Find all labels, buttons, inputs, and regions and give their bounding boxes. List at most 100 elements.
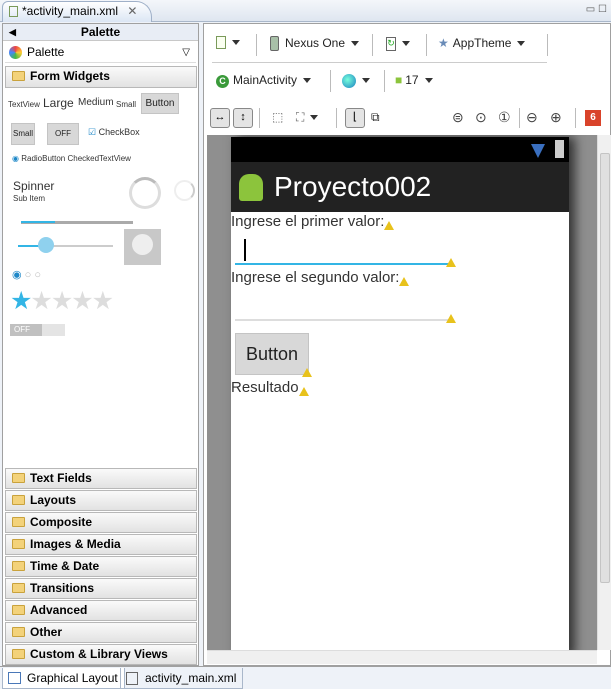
folder-icon <box>12 561 25 571</box>
status-bar <box>231 137 569 162</box>
input-first-value[interactable] <box>235 233 449 265</box>
rating-bar[interactable]: ★★★★★ <box>10 286 114 316</box>
progress-medium-icon[interactable] <box>174 180 195 201</box>
folder-open-icon <box>12 71 25 81</box>
category-form-widgets[interactable]: Form Widgets <box>5 66 197 88</box>
category-other[interactable]: Other <box>5 622 197 643</box>
category-time-date[interactable]: Time & Date <box>5 556 197 577</box>
minimize-maximize-icons[interactable]: ▭ ☐ <box>586 4 607 15</box>
chevron-down-icon[interactable]: ▽ <box>182 42 190 63</box>
folder-icon <box>12 539 25 549</box>
warning-icon <box>446 258 456 267</box>
star-icon: ★ <box>438 36 449 50</box>
folder-icon <box>12 649 25 659</box>
layout-icon <box>8 672 21 684</box>
close-icon[interactable]: ✕ <box>127 4 137 18</box>
editor-bottom-tabs: Graphical Layout activity_main.xml <box>0 666 611 689</box>
label-second-value[interactable]: Ingrese el segundo valor: <box>231 269 410 286</box>
category-custom-library-views[interactable]: Custom & Library Views <box>5 644 197 665</box>
expand-icon[interactable]: ⛶ <box>296 110 319 125</box>
warning-icon <box>298 387 309 396</box>
action-bar: Proyecto002 <box>231 162 569 212</box>
rotate-icon: ↻ <box>386 36 396 51</box>
tab-xml-source[interactable]: activity_main.xml <box>120 668 244 689</box>
xml-source-icon <box>126 672 138 685</box>
battery-icon <box>555 140 564 158</box>
globe-icon <box>342 73 356 88</box>
app-title: Proyecto002 <box>274 171 432 202</box>
zoom-100-icon[interactable]: ① <box>498 109 511 126</box>
zoom-out-icon[interactable]: ⊖ <box>526 109 538 126</box>
android-app-icon <box>239 174 263 201</box>
editor-tab-bar: *activity_main.xml ✕ ▭ ☐ <box>0 0 611 22</box>
clipping-icon[interactable]: ⧉ <box>371 110 380 125</box>
widget-small-button[interactable]: Small <box>11 123 35 145</box>
warning-icon <box>384 221 395 230</box>
folder-icon <box>12 517 25 527</box>
android-icon: ■ <box>395 73 403 87</box>
progress-bar-horizontal[interactable] <box>21 221 133 224</box>
progress-large-icon[interactable] <box>129 177 161 209</box>
zoom-real-size-icon[interactable]: ⊜ <box>452 109 464 126</box>
palette-icon <box>9 46 22 59</box>
xml-file-icon <box>9 6 18 18</box>
category-layouts[interactable]: Layouts <box>5 490 197 511</box>
error-count-badge[interactable]: 6 <box>585 110 601 126</box>
zoom-in-icon[interactable]: ⊕ <box>550 109 562 126</box>
radio-icon: ◉ <box>12 154 19 163</box>
calculate-button[interactable]: Button <box>235 333 309 375</box>
widget-textview[interactable]: TextView <box>8 100 40 109</box>
result-label[interactable]: Resultado <box>231 379 309 396</box>
editor-tab-activity-main[interactable]: *activity_main.xml ✕ <box>2 1 152 22</box>
widget-spinner-subitem: Sub Item <box>13 194 46 203</box>
label-first-value[interactable]: Ingrese el primer valor: <box>231 213 395 230</box>
widget-large-text[interactable]: Large <box>43 96 74 110</box>
xml-file-icon <box>216 36 226 50</box>
widget-checkbox[interactable]: ☑ CheckBox <box>88 127 140 138</box>
folder-icon <box>12 495 25 505</box>
folder-icon <box>12 583 25 593</box>
widget-radio-button[interactable]: ◉ RadioButton CheckedTextView <box>12 154 131 163</box>
orientation-dropdown[interactable]: ↻ <box>386 36 410 51</box>
text-cursor <box>244 239 246 261</box>
widget-small-text[interactable]: Small <box>116 100 136 109</box>
widget-toggle-button[interactable]: OFF <box>47 123 79 145</box>
category-transitions[interactable]: Transitions <box>5 578 197 599</box>
vertical-scrollbar[interactable] <box>597 135 611 650</box>
collapse-icon[interactable]: ◀ <box>9 24 16 41</box>
radio-group[interactable]: ◉ ○ ○ <box>12 268 41 281</box>
class-icon: C <box>216 75 229 88</box>
widget-spinner[interactable]: Spinner <box>13 179 54 193</box>
activity-dropdown[interactable]: C MainActivity <box>216 73 312 88</box>
category-text-fields[interactable]: Text Fields <box>5 468 197 489</box>
zoom-fit-icon[interactable]: ⊙ <box>475 109 487 126</box>
palette-header: ◀ Palette <box>3 24 198 41</box>
palette-selector[interactable]: Palette ▽ <box>5 42 196 63</box>
category-advanced[interactable]: Advanced <box>5 600 197 621</box>
fit-width-icon[interactable]: ↔ <box>210 108 230 128</box>
category-images-media[interactable]: Images & Media <box>5 534 197 555</box>
fit-height-icon[interactable]: ↕ <box>233 108 253 128</box>
horizontal-scrollbar[interactable] <box>207 650 597 664</box>
input-second-value[interactable] <box>235 297 449 321</box>
layout-toggle-icon[interactable]: ⌊ <box>345 108 365 128</box>
widget-checked-textview: CheckedTextView <box>67 154 131 163</box>
select-all-icon[interactable]: ⬚ <box>272 110 283 124</box>
theme-dropdown[interactable]: ★ AppTheme <box>438 36 526 50</box>
locale-dropdown[interactable] <box>342 73 370 88</box>
layout-file-dropdown[interactable] <box>216 35 240 50</box>
phone-icon <box>270 36 279 52</box>
device-dropdown[interactable]: Nexus One <box>270 36 360 52</box>
tab-graphical-layout[interactable]: Graphical Layout <box>2 668 125 689</box>
seekbar[interactable] <box>18 237 113 253</box>
folder-icon <box>12 605 25 615</box>
editor-tab-title: *activity_main.xml <box>22 4 119 18</box>
widget-medium-text[interactable]: Medium <box>78 97 114 108</box>
widget-button[interactable]: Button <box>141 93 179 114</box>
layout-canvas[interactable]: Proyecto002 Ingrese el primer valor: Ing… <box>207 135 597 650</box>
category-composite[interactable]: Composite <box>5 512 197 533</box>
wifi-icon <box>531 144 545 158</box>
image-view-avatar-icon[interactable] <box>124 229 161 265</box>
widget-switch[interactable]: OFF <box>10 324 65 336</box>
api-level-dropdown[interactable]: ■ 17 <box>395 73 433 87</box>
